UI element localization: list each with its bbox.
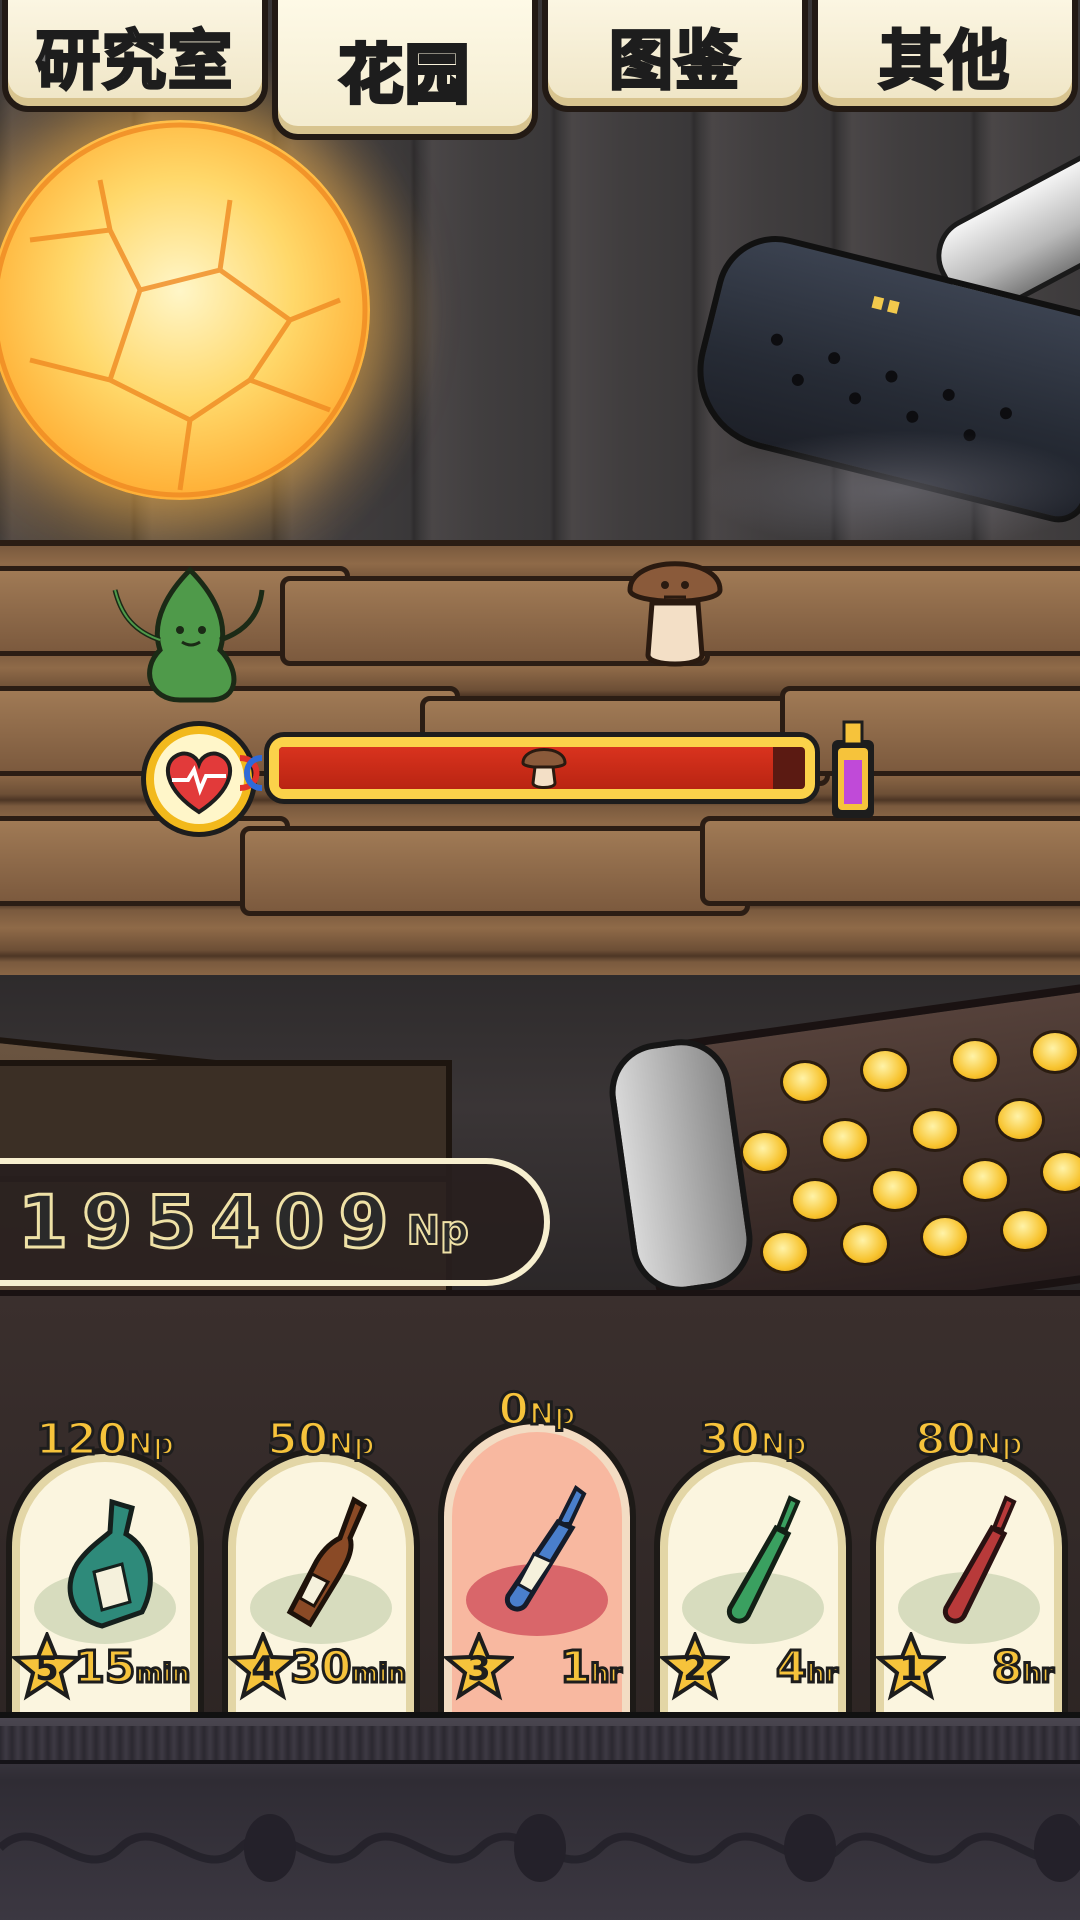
nutrient-item-4[interactable]: 30Np 2 4hr — [654, 1413, 852, 1720]
heater-bulb — [920, 1215, 970, 1259]
heater-bulb — [740, 1130, 790, 1174]
item-price: 120Np — [34, 1413, 175, 1467]
item-price: 50Np — [266, 1413, 377, 1467]
teal-flask-icon — [42, 1494, 172, 1638]
machine-light — [887, 299, 900, 314]
top-tab-bar: 研究室 花园 图鉴 其他 — [0, 0, 1080, 140]
health-bar-track — [279, 747, 805, 789]
steam-cloud — [700, 430, 1080, 550]
star-rating-icon: 1 — [873, 1629, 949, 1702]
star-rating-icon: 4 — [225, 1629, 301, 1702]
glowing-orb-lamp — [0, 120, 370, 500]
heater-bulb — [995, 1098, 1045, 1142]
item-price: 30Np — [698, 1413, 809, 1467]
item-duration: 8hr — [991, 1641, 1056, 1695]
brown-bottle-icon — [258, 1494, 388, 1638]
currency-unit: Np — [406, 1207, 470, 1255]
green-ampoule-icon — [690, 1494, 820, 1638]
machine-light — [871, 295, 885, 311]
heater-bulb — [790, 1178, 840, 1222]
heater-bulb — [860, 1048, 910, 1092]
nutrient-item-1[interactable]: 120Np 5 15min — [6, 1413, 204, 1720]
blue-ampoule-icon — [474, 1484, 604, 1628]
game-screen: 195409 Np 120Np 5 15min 50Np 4 30min 0Np… — [0, 0, 1080, 1920]
item-price: 0Np — [497, 1383, 577, 1437]
tab-encyclopedia[interactable]: 图鉴 — [542, 0, 808, 112]
heater-bulb — [950, 1038, 1000, 1082]
health-bar-frame — [264, 732, 820, 804]
nutrient-item-5[interactable]: 80Np 1 8hr — [870, 1413, 1068, 1720]
heater-bulb — [1030, 1030, 1080, 1074]
tab-label: 花园 — [337, 37, 471, 115]
item-duration: 1hr — [559, 1641, 624, 1695]
item-duration: 4hr — [775, 1641, 840, 1695]
footer-rail — [0, 1726, 1080, 1764]
heater-bulb — [960, 1158, 1010, 1202]
star-rating-icon: 2 — [657, 1629, 733, 1702]
mushroom-icon — [519, 747, 569, 789]
green-plant-creature[interactable] — [110, 560, 270, 714]
heater-bulb — [840, 1222, 890, 1266]
heater-bulb — [760, 1230, 810, 1274]
currency-counter: 195409 Np — [0, 1158, 550, 1286]
nutrient-item-2[interactable]: 50Np 4 30min — [222, 1413, 420, 1720]
mushroom-creature[interactable] — [620, 545, 730, 679]
heater-bulb — [870, 1168, 920, 1212]
tab-label: 研究室 — [35, 24, 234, 101]
nutrient-item-3[interactable]: 0Np 3 1hr — [438, 1383, 636, 1720]
star-rating-icon: 3 — [441, 1629, 517, 1702]
star-rating-icon: 5 — [9, 1629, 85, 1702]
health-bar — [140, 720, 880, 832]
item-price: 80Np — [914, 1413, 1025, 1467]
tab-label: 其他 — [878, 24, 1011, 101]
heater-bulb — [910, 1108, 960, 1152]
nutrient-item-shelf: 120Np 5 15min 50Np 4 30min 0Np 3 1hr 30N… — [0, 1383, 1080, 1720]
tab-lab[interactable]: 研究室 — [2, 0, 268, 112]
item-duration: 15min — [73, 1641, 192, 1695]
heater-bulb — [1000, 1208, 1050, 1252]
ornament-pattern — [0, 1814, 1080, 1882]
heater-bulb — [780, 1060, 830, 1104]
potion-vial-icon[interactable] — [830, 720, 876, 824]
item-duration: 30min — [289, 1641, 408, 1695]
currency-amount: 195409 — [17, 1179, 403, 1266]
tab-other[interactable]: 其他 — [812, 0, 1078, 112]
tab-garden[interactable]: 花园 — [272, 0, 538, 140]
heater-bulb — [820, 1118, 870, 1162]
red-ampoule-icon — [906, 1494, 1036, 1638]
footer-panel — [0, 1712, 1080, 1920]
tab-label: 图鉴 — [608, 24, 741, 101]
